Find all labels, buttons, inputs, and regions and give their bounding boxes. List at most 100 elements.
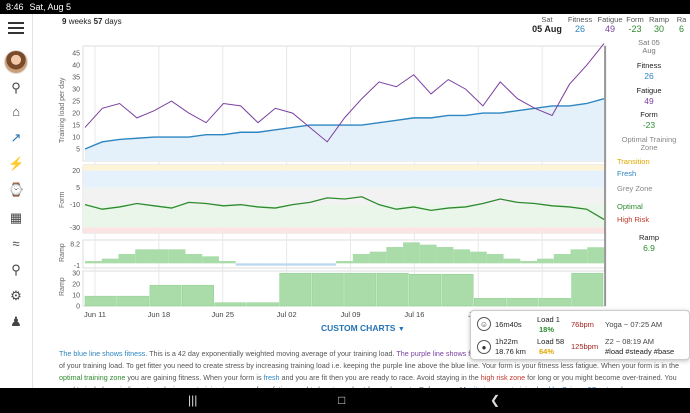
right-form-label: Form xyxy=(640,110,658,119)
zone-high-risk xyxy=(83,227,606,233)
week-bar-12 xyxy=(474,298,506,307)
x-tick-label-2: Jun 25 xyxy=(211,310,234,319)
form-y-tick-2: -10 xyxy=(70,202,80,209)
ramp-bar-21 xyxy=(436,247,454,264)
summary-date-top: Sat xyxy=(541,15,553,24)
ramp-bar-10 xyxy=(252,263,270,266)
home-button-icon[interactable]: □ xyxy=(338,393,345,407)
week-bar-13 xyxy=(506,298,539,307)
sidebar: ⚲ ⌂ ↗ ⚡ ⌚ ▦ ≈ ⚲ ⚙ ♟ xyxy=(0,14,33,388)
activity-popup[interactable]: ☺ 16m40s Load 1 18% 76bpm Yoga ~ 07:25 A… xyxy=(470,310,690,360)
week-bar-14 xyxy=(538,298,571,307)
row2-heart-rate: 125bpm xyxy=(571,342,599,351)
fitness-chart-icon[interactable]: ↗ xyxy=(8,130,24,146)
menu-icon[interactable] xyxy=(8,19,24,35)
weeks-label: weeks xyxy=(68,17,92,26)
activity-row-ride[interactable]: ● 1h22m 18.76 km Load 58 64% 125bpm Z2 ~… xyxy=(471,336,690,360)
load-y-tick-7: 10 xyxy=(72,135,80,142)
trend-icon[interactable]: ≈ xyxy=(8,236,24,252)
load-y-tick-1: 40 xyxy=(72,63,80,70)
week-bar-0 xyxy=(84,295,117,307)
ramp-y-tick-0: 8.2 xyxy=(70,242,80,249)
avatar[interactable] xyxy=(4,50,28,74)
row1-load: Load 1 xyxy=(537,315,560,324)
desc-text-4: and you are fit then you are ready to ra… xyxy=(279,373,481,382)
desc-text-2: of your training load. To get fitter you… xyxy=(59,361,679,370)
right-zone-label-2: Zone xyxy=(640,143,658,152)
load-y-tick-3: 30 xyxy=(72,87,80,94)
range-summary: 9 weeks 57 days xyxy=(62,17,122,26)
x-tick-label-5: Jul 16 xyxy=(404,310,424,319)
ramp-bar-4 xyxy=(151,249,169,264)
search-icon[interactable]: ⚲ xyxy=(8,80,24,96)
lightning-icon[interactable]: ⚡ xyxy=(8,156,24,172)
days-count: 57 xyxy=(93,17,103,26)
people-icon[interactable]: ♟ xyxy=(8,314,24,330)
legend-high-risk: High Risk xyxy=(617,215,650,224)
back-icon[interactable]: ❮ xyxy=(490,393,500,407)
x-tick-label-4: Jul 09 xyxy=(340,310,360,319)
activity-row-yoga[interactable]: ☺ 16m40s Load 1 18% 76bpm Yoga ~ 07:25 A… xyxy=(471,313,690,337)
week-bar-6 xyxy=(279,272,312,307)
ramp-bar-19 xyxy=(403,242,420,264)
row2-distance: 18.76 km xyxy=(495,347,526,356)
load-y-tick-0: 45 xyxy=(72,51,80,58)
app-window: ⚲ ⌂ ↗ ⚡ ⌚ ▦ ≈ ⚲ ⚙ ♟ 9 weeks 57 days Sat … xyxy=(0,14,690,394)
zone-grey xyxy=(83,187,606,205)
status-date: Sat, Aug 5 xyxy=(29,2,72,12)
week-bar-4 xyxy=(214,302,247,307)
summary-fatigue-label: Fatigue xyxy=(597,15,623,24)
ramp-bar-3 xyxy=(135,249,152,264)
week-y-tick-0: 30 xyxy=(72,271,80,278)
ramp-bar-6 xyxy=(185,254,203,264)
ramp-bar-30 xyxy=(587,247,604,264)
legend-grey-zone: Grey Zone xyxy=(617,184,653,193)
fitness-area xyxy=(85,98,604,161)
week-bar-15 xyxy=(571,272,604,307)
fitness-page: 9 weeks 57 days Sat 0 5 Aug Fitness 26 Fa… xyxy=(33,14,690,394)
zone-optimal xyxy=(83,204,606,228)
summary-fitness-label: Fitness xyxy=(567,15,593,24)
fitness-chart[interactable]: Jun 11Jun 18Jun 25Jul 02Jul 09Jul 16Jul … xyxy=(33,28,608,324)
summary-form-value: -23 xyxy=(628,24,642,34)
custom-charts-button[interactable]: CUSTOM CHARTS ▼ xyxy=(321,323,405,333)
recents-icon[interactable]: ||| xyxy=(188,393,197,407)
week-y-tick-1: 20 xyxy=(72,282,80,289)
week-bar-10 xyxy=(409,274,442,307)
legend-transition: Transition xyxy=(617,157,650,166)
form-y-tick-3: -30 xyxy=(70,225,80,232)
calendar-icon[interactable]: ▦ xyxy=(8,210,24,226)
desc-high-risk: high risk zone xyxy=(480,373,526,382)
x-tick-label-3: Jul 02 xyxy=(277,310,297,319)
row2-tags: #load #steady #base xyxy=(605,347,675,356)
right-fitness-label: Fitness xyxy=(636,61,662,70)
desc-optimal: optimal training zone xyxy=(59,373,126,382)
week-y-label: Ramp xyxy=(59,277,66,296)
watch-icon[interactable]: ⌚ xyxy=(8,182,24,198)
chevron-down-icon: ▼ xyxy=(397,326,405,333)
ramp-bar-22 xyxy=(453,249,471,264)
right-date-month: Aug xyxy=(642,46,656,55)
row2-percent: 64% xyxy=(539,347,555,356)
ramp-y-tick-1: -1 xyxy=(74,263,80,270)
row1-duration: 16m40s xyxy=(495,320,522,329)
desc-text-3: you are gaining fitness. When your form … xyxy=(125,373,264,382)
x-tick-label-1: Jun 18 xyxy=(148,310,171,319)
load-y-tick-2: 35 xyxy=(72,75,80,82)
home-icon[interactable]: ⌂ xyxy=(8,104,24,120)
ramp-bar-24 xyxy=(486,254,504,264)
yoga-icon: ☺ xyxy=(477,317,491,331)
summary-extra-value: 6 xyxy=(678,24,684,34)
week-bar-9 xyxy=(376,272,409,307)
form-y-tick-0: 20 xyxy=(72,168,80,175)
week-y-tick-3: 0 xyxy=(76,304,80,311)
ramp-bar-13 xyxy=(302,263,320,266)
ramp-bar-29 xyxy=(570,249,588,264)
desc-fitness: The blue line shows fitness xyxy=(59,349,146,358)
x-tick-label-0: Jun 11 xyxy=(84,310,106,319)
week-bar-2 xyxy=(149,284,182,307)
search-activities-icon[interactable]: ⚲ xyxy=(8,262,24,278)
week-bar-7 xyxy=(311,272,344,307)
ramp-y-label: Ramp xyxy=(59,243,66,262)
settings-icon[interactable]: ⚙ xyxy=(8,288,24,304)
